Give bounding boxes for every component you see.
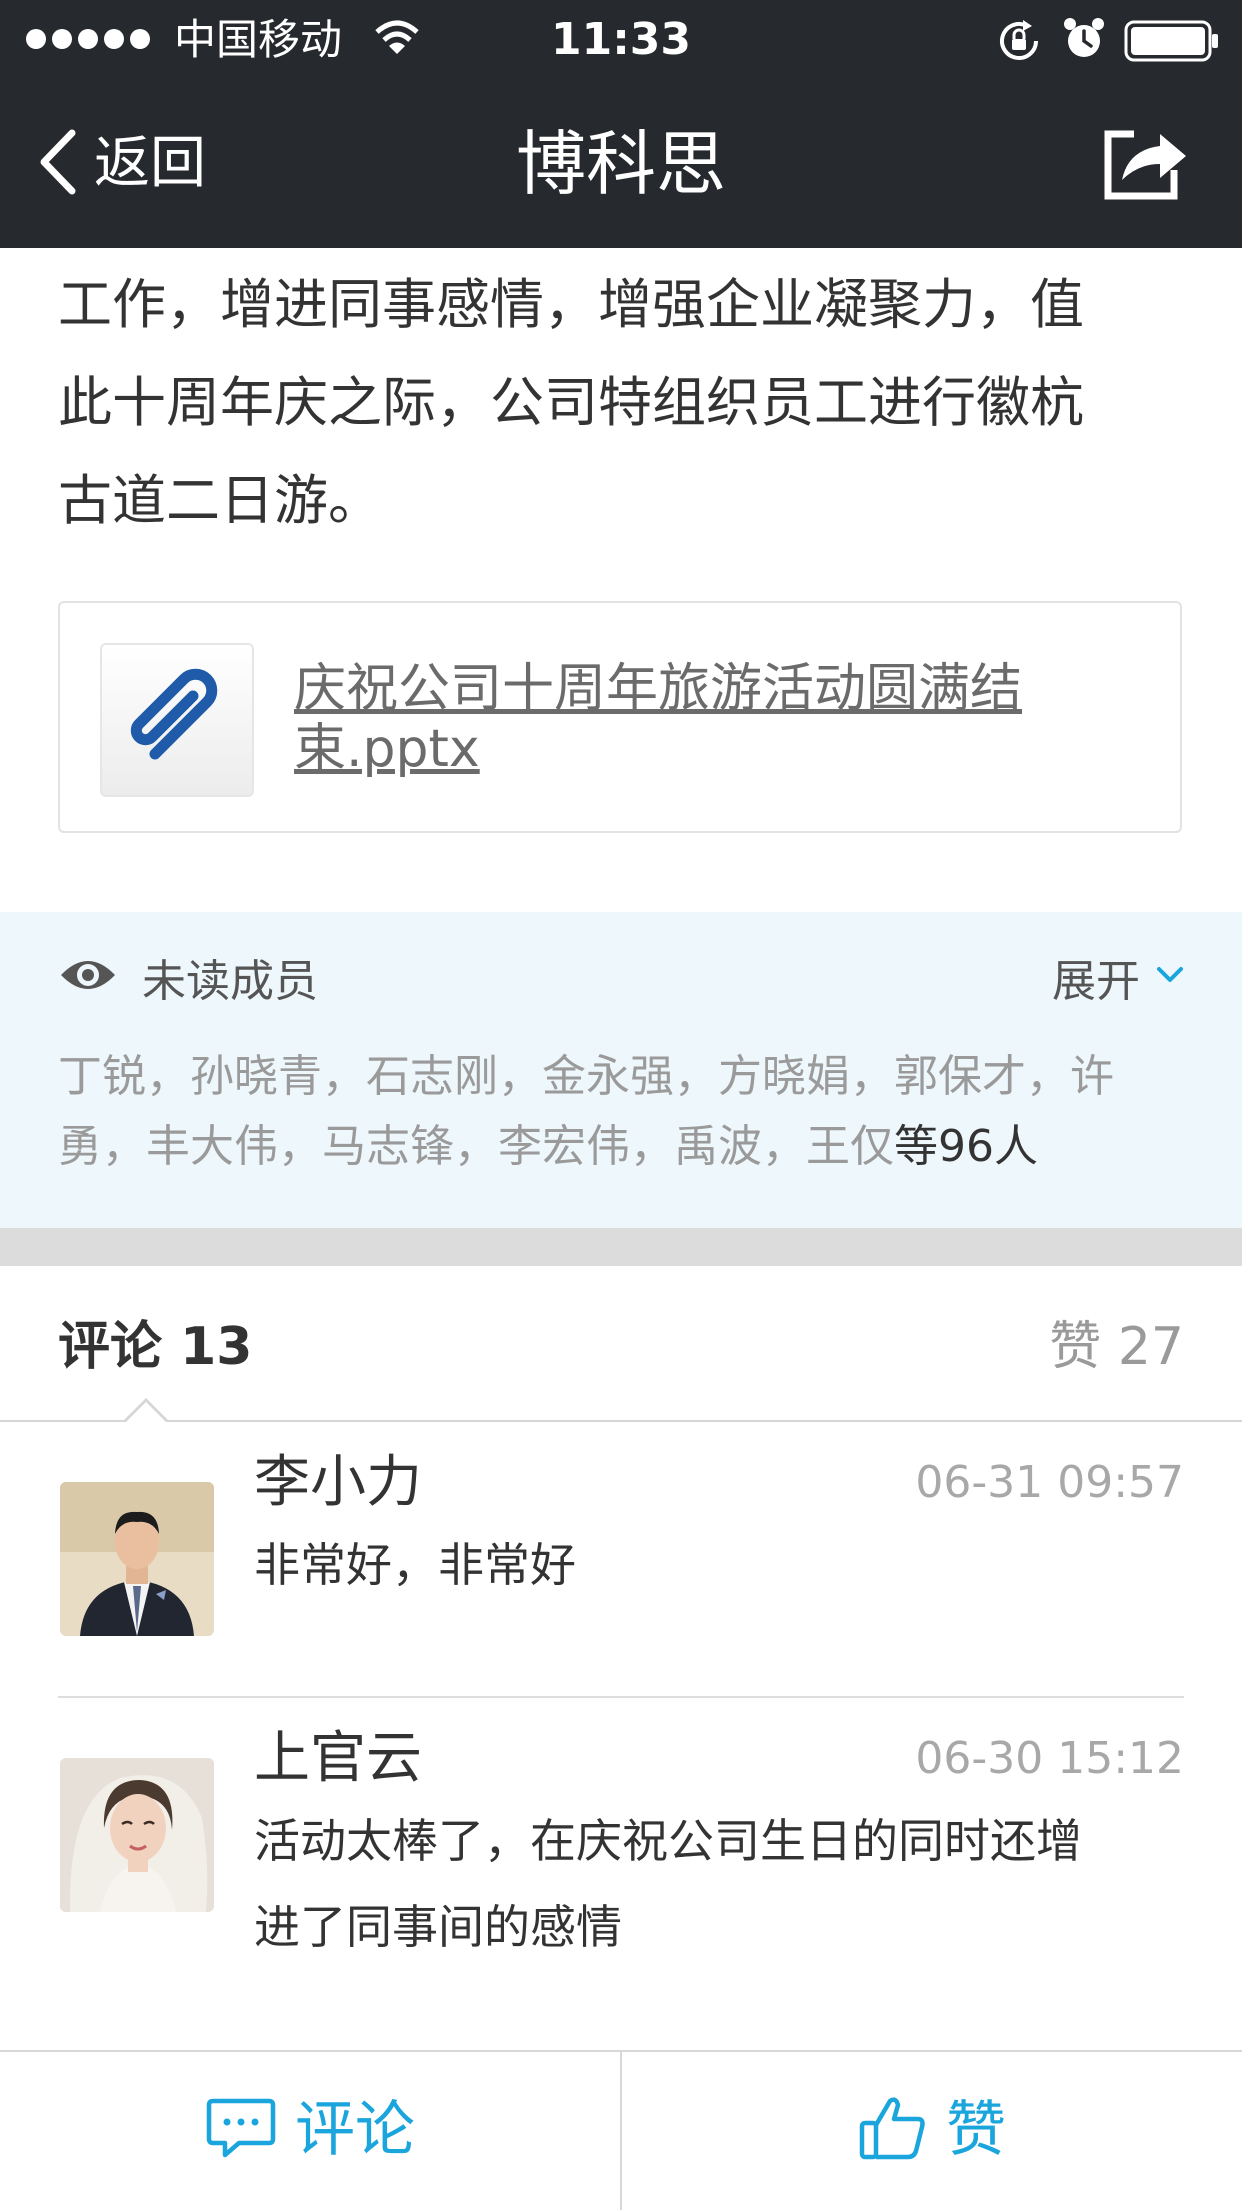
unread-names-line: 勇，丰大伟，马志锋，李宏伟，禹波，王仅等96人	[58, 1112, 1188, 1182]
comment-button[interactable]: 评论	[0, 2052, 620, 2208]
like-button-label: 赞	[946, 2095, 1006, 2165]
unread-header: 未读成员	[58, 942, 318, 1012]
comment-time: 06-30 15:12	[915, 1733, 1184, 1784]
status-time: 11:33	[550, 14, 692, 65]
expand-label: 展开	[1052, 956, 1140, 1007]
comment-item: 上官云 06-30 15:12 活动太棒了，在庆祝公司生日的同时还增 进了同事间…	[0, 1698, 1242, 2050]
tab-likes[interactable]: 赞 27	[1049, 1312, 1184, 1382]
eye-icon	[58, 955, 118, 999]
comment-text: 非常好，非常好	[254, 1522, 1184, 1608]
article-body: 工作，增进同事感情，增强企业凝聚力，值 此十周年庆之际，公司特组织员工进行徽杭 …	[58, 256, 1188, 550]
unread-count: 等96人	[894, 1121, 1038, 1172]
page-title: 博科思	[516, 123, 726, 205]
alarm-icon	[1062, 16, 1106, 66]
comment-line: 非常好，非常好	[254, 1538, 576, 1592]
comment-line: 活动太棒了，在庆祝公司生日的同时还增	[254, 1814, 1082, 1868]
unread-members-section: 未读成员 展开 丁锐，孙晓青，石志刚，金永强，方晓娟，郭保才，许 勇，丰大伟，马…	[0, 912, 1242, 1228]
comment-text: 活动太棒了，在庆祝公司生日的同时还增 进了同事间的感情	[254, 1798, 1184, 1970]
navigation-bar: 返回 博科思	[0, 80, 1242, 248]
attachment-thumbnail	[100, 643, 254, 797]
like-button[interactable]: 赞	[622, 2052, 1242, 2208]
battery-icon	[1124, 20, 1220, 66]
comment-button-label: 评论	[295, 2095, 415, 2165]
status-bar: 中国移动 11:33	[0, 0, 1242, 80]
thumbs-up-icon	[858, 2093, 928, 2167]
article-line: 古道二日游。	[58, 469, 382, 532]
chevron-down-icon	[1156, 965, 1184, 989]
unread-title: 未读成员	[142, 956, 318, 1007]
unread-names-list: 丁锐，孙晓青，石志刚，金永强，方晓娟，郭保才，许 勇，丰大伟，马志锋，李宏伟，禹…	[58, 1042, 1188, 1182]
paperclip-icon	[117, 658, 237, 782]
commenter-name[interactable]: 李小力	[254, 1448, 422, 1518]
commenter-name[interactable]: 上官云	[254, 1724, 422, 1794]
unread-names-line: 丁锐，孙晓青，石志刚，金永强，方晓娟，郭保才，许	[58, 1051, 1114, 1102]
unread-names-text: 勇，丰大伟，马志锋，李宏伟，禹波，王仅	[58, 1121, 894, 1172]
comment-time: 06-31 09:57	[915, 1457, 1184, 1508]
rotation-lock-icon	[996, 18, 1042, 68]
attachment-card[interactable]: 庆祝公司十周年旅游活动圆满结束.pptx	[58, 601, 1182, 833]
attachment-file-name[interactable]: 庆祝公司十周年旅游活动圆满结束.pptx	[294, 659, 1154, 779]
expand-button[interactable]: 展开	[1052, 942, 1184, 1012]
comment-bubble-icon	[205, 2095, 277, 2165]
share-button[interactable]	[1100, 120, 1192, 208]
section-divider	[0, 1228, 1242, 1266]
tab-pointer	[126, 1402, 166, 1422]
article-line: 此十周年庆之际，公司特组织员工进行徽杭	[58, 371, 1084, 434]
comment-line: 进了同事间的感情	[254, 1900, 622, 1954]
bottom-toolbar: 评论 赞	[0, 2050, 1242, 2210]
share-icon	[1100, 130, 1192, 208]
avatar[interactable]	[60, 1482, 214, 1636]
tab-comments[interactable]: 评论 13	[58, 1312, 252, 1382]
article-line: 工作，增进同事感情，增强企业凝聚力，值	[58, 273, 1084, 336]
comment-tabs: 评论 13 赞 27	[0, 1266, 1242, 1422]
avatar[interactable]	[60, 1758, 214, 1912]
comment-item: 李小力 06-31 09:57 非常好，非常好	[0, 1422, 1242, 1698]
